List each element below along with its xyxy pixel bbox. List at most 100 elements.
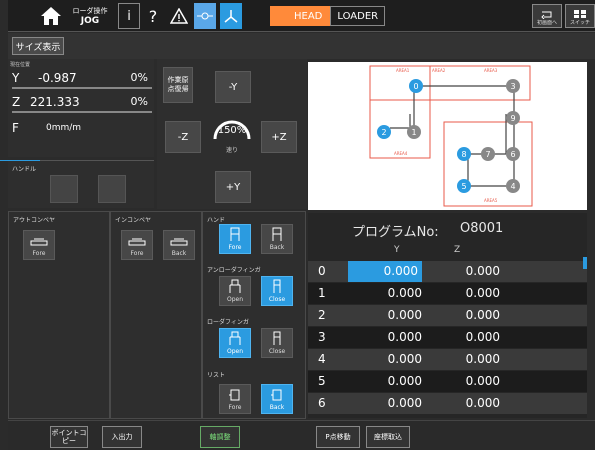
conveyor-icon — [170, 238, 188, 246]
minus-y-button[interactable]: -Y — [215, 71, 251, 103]
info-icon[interactable]: i — [118, 3, 140, 29]
work-origin-return-button[interactable]: 作業原点復帰 — [163, 67, 193, 103]
wrist-fore-button[interactable]: Fore — [219, 384, 251, 414]
axis-label: Y — [12, 71, 20, 85]
cell-y[interactable]: 0.000 — [348, 374, 422, 388]
table-row[interactable]: 1 0.000 0.000 — [308, 283, 587, 304]
toolbar-row: サイズ表示 — [8, 33, 595, 59]
p-point-move-button[interactable]: P点移動 — [316, 426, 360, 448]
hand-icon — [230, 227, 240, 241]
out-conveyor-title: アウトコンベヤ — [13, 217, 56, 224]
table-row[interactable]: 5 0.000 0.000 — [308, 371, 587, 392]
unloader-finger-open-button[interactable]: Open — [219, 276, 251, 306]
loader-finger-close-button[interactable]: Close — [261, 328, 293, 358]
cell-y[interactable]: 0.000 — [348, 396, 422, 410]
table-row[interactable]: 2 0.000 0.000 — [308, 305, 587, 326]
axis-adjust-button[interactable]: 軸調整 — [200, 426, 240, 448]
node-label: 1 — [411, 128, 416, 137]
minus-z-button[interactable]: -Z — [165, 121, 201, 153]
button-label: Fore — [228, 244, 242, 251]
initial-screen-button[interactable]: 初画面へ — [532, 4, 562, 28]
cell-y[interactable]: 0.000 — [348, 308, 422, 322]
size-display-button[interactable]: サイズ表示 — [12, 37, 64, 55]
out-conveyor-fore-button[interactable]: Fore — [23, 230, 55, 260]
program-table-panel: プログラムNo: O8001 Y Z 0 0.000 0.000 1 0.000 0.00… — [308, 213, 587, 418]
handle-button-2[interactable] — [98, 175, 126, 203]
switch-icon — [574, 10, 586, 18]
mode-indicator: ローダ操作 JOG — [68, 3, 112, 29]
area1-frame — [369, 65, 431, 159]
return-icon — [541, 11, 552, 19]
table-row[interactable]: 4 0.000 0.000 — [308, 349, 587, 370]
axis-value: 221.333 — [30, 95, 80, 109]
speed-label: 速り — [225, 147, 238, 154]
switch-button[interactable]: スイッチ — [565, 4, 595, 28]
cell-z[interactable]: 0.000 — [428, 352, 500, 366]
tab-loader[interactable]: LOADER — [330, 6, 386, 26]
row-index: 0 — [318, 264, 326, 278]
cell-z[interactable]: 0.000 — [428, 330, 500, 344]
unloader-finger-close-button[interactable]: Close — [261, 276, 293, 306]
cell-z[interactable]: 0.000 — [428, 396, 500, 410]
scrollbar-thumb[interactable] — [583, 257, 587, 269]
cell-y[interactable]: 0.000 — [348, 261, 422, 282]
row-index: 1 — [318, 286, 326, 300]
table-row[interactable]: 3 0.000 0.000 — [308, 327, 587, 348]
row-index: 5 — [318, 374, 326, 388]
tab-head[interactable]: HEAD — [270, 6, 331, 26]
help-icon[interactable]: ? — [144, 3, 162, 29]
wrist-title: リスト — [207, 372, 226, 379]
cell-z[interactable]: 0.000 — [428, 374, 500, 388]
io-button[interactable]: 入出力 — [102, 426, 142, 448]
hand-fore-button[interactable]: Fore — [219, 224, 251, 254]
switch-label: スイッチ — [569, 20, 590, 26]
hand-back-button[interactable]: Back — [261, 224, 293, 254]
row-index: 2 — [318, 308, 326, 322]
handle-panel: ハンドル — [8, 160, 154, 208]
button-label: Open — [226, 296, 244, 303]
conveyor-icon — [30, 238, 48, 246]
initial-screen-label: 初画面へ — [536, 20, 557, 26]
coordinate-capture-button[interactable]: 座標取込 — [366, 426, 410, 448]
cell-y[interactable]: 0.000 — [348, 286, 422, 300]
cell-y[interactable]: 0.000 — [348, 330, 422, 344]
node-label: 6 — [510, 150, 515, 159]
in-conveyor-back-button[interactable]: Back — [163, 230, 195, 260]
node-label: 7 — [485, 150, 490, 159]
jog-panel: 作業原点復帰 -Y -Z 150% 速り +Z +Y — [157, 59, 307, 209]
in-conveyor-fore-button[interactable]: Fore — [121, 230, 153, 260]
node-label: 5 — [461, 182, 466, 191]
button-label: Close — [268, 348, 286, 355]
loader-finger-open-button[interactable]: Open — [219, 328, 251, 358]
plus-z-button[interactable]: +Z — [261, 121, 297, 153]
cell-z[interactable]: 0.000 — [428, 308, 500, 322]
speed-dial[interactable]: 150% 速り — [209, 113, 255, 157]
alarm-icon[interactable] — [168, 3, 190, 29]
home-icon[interactable] — [36, 3, 66, 29]
wrist-back-button[interactable]: Back — [261, 384, 293, 414]
wrist-icon — [271, 389, 282, 401]
axis-label: F — [12, 121, 19, 135]
robot-axis-icon[interactable] — [220, 3, 242, 29]
area-label: AREA2 — [432, 68, 446, 73]
mode-line1: ローダ操作 — [72, 7, 108, 15]
button-label: Open — [226, 348, 244, 355]
axis-percent: 0% — [130, 95, 148, 108]
handle-button-1[interactable] — [50, 175, 78, 203]
point-copy-button[interactable]: ポイントコピー — [50, 426, 88, 448]
cell-z[interactable]: 0.000 — [428, 286, 500, 300]
table-row[interactable]: 0 0.000 0.000 — [308, 261, 587, 282]
conveyor-icon — [128, 238, 146, 246]
load-bar — [12, 111, 152, 113]
finger-close-icon — [273, 279, 281, 293]
finger-close-icon — [273, 331, 281, 345]
plus-y-button[interactable]: +Y — [215, 171, 251, 203]
cell-y[interactable]: 0.000 — [348, 352, 422, 366]
cell-z[interactable]: 0.000 — [428, 264, 500, 278]
feed-value: 0mm/m — [46, 123, 82, 133]
table-row[interactable]: 6 0.000 0.000 — [308, 393, 587, 414]
area-label: AREA5 — [484, 198, 498, 203]
node-label: 3 — [510, 82, 515, 91]
mechanism-icon[interactable] — [194, 3, 216, 29]
button-label: Back — [171, 250, 187, 257]
